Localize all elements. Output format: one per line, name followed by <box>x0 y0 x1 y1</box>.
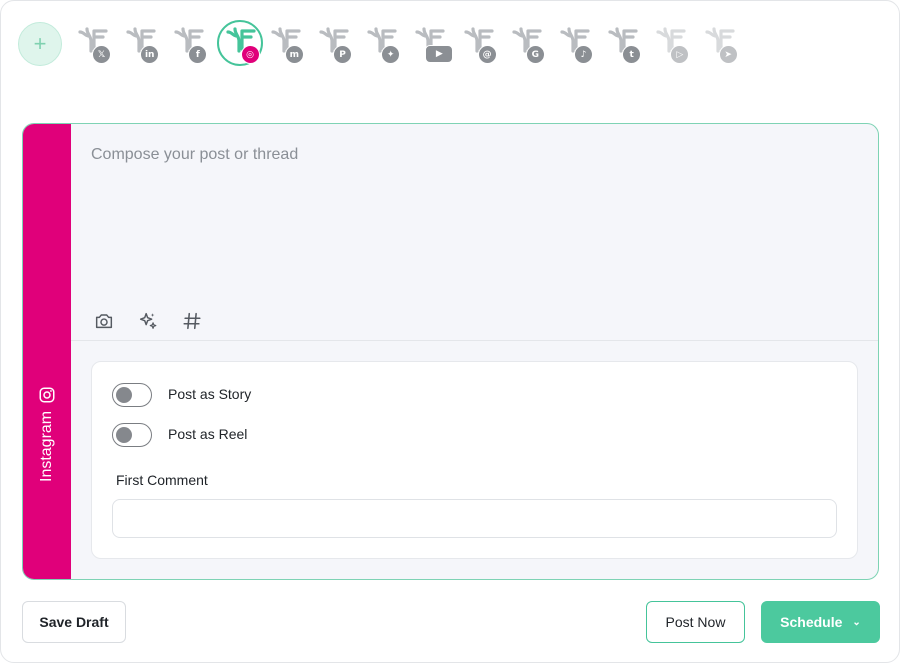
save-draft-label: Save Draft <box>39 614 109 630</box>
account-avatar-youtube[interactable]: ▶ <box>411 22 455 66</box>
toggle-knob <box>116 427 132 443</box>
facebook-icon: f <box>188 45 208 64</box>
account-avatar-telegram[interactable]: ➤ <box>701 22 745 66</box>
account-avatar-mastodon[interactable]: m <box>267 22 311 66</box>
telegram-icon: ➤ <box>718 45 738 64</box>
post-now-label: Post Now <box>665 614 726 630</box>
video-icon: ▷ <box>670 45 690 64</box>
post-as-reel-label: Post as Reel <box>168 426 248 442</box>
post-editor: Instagram Compose your post or thread Po… <box>22 123 879 580</box>
first-comment-input[interactable] <box>112 499 837 538</box>
instagram-icon: ◎ <box>240 45 260 64</box>
chevron-down-icon[interactable]: ⌄ <box>852 617 860 628</box>
account-avatar-pinterest[interactable]: P <box>315 22 359 66</box>
account-avatar-bluesky[interactable]: ✦ <box>363 22 407 66</box>
account-avatar-instagram[interactable]: ◎ <box>216 20 263 66</box>
post-as-reel-toggle[interactable] <box>112 423 152 447</box>
instagram-options-panel: Post as Story Post as Reel First Comment <box>91 361 858 559</box>
x-icon: 𝕏 <box>92 45 111 64</box>
bluesky-icon: ✦ <box>381 45 401 64</box>
compose-textarea[interactable] <box>91 146 851 296</box>
editor-toolbar <box>93 310 233 332</box>
account-avatar-tumblr[interactable]: t <box>604 22 648 66</box>
threads-icon: @ <box>477 45 497 64</box>
account-avatar-video[interactable]: ▷ <box>652 22 696 66</box>
account-avatar-x[interactable]: 𝕏 <box>74 22 118 66</box>
tiktok-icon: ♪ <box>574 45 593 64</box>
camera-icon[interactable] <box>93 310 115 332</box>
editor-divider <box>71 340 878 341</box>
post-as-story-label: Post as Story <box>168 386 252 402</box>
add-account-button[interactable]: + <box>18 22 62 66</box>
google-business-icon: G <box>525 45 545 64</box>
post-as-story-toggle[interactable] <box>112 383 152 407</box>
network-sidebar: Instagram <box>23 124 71 579</box>
account-avatar-facebook[interactable]: f <box>170 22 214 66</box>
story-toggle-row: Post as Story <box>112 383 412 407</box>
account-avatar-linkedin[interactable]: in <box>122 22 166 66</box>
ai-sparkle-icon[interactable] <box>137 310 159 332</box>
instagram-icon <box>39 387 55 403</box>
account-selector: + 𝕏in f ◎ m P ✦ ▶ @ G ♪ t ▷ ➤ <box>18 20 758 68</box>
save-draft-button[interactable]: Save Draft <box>22 601 126 643</box>
hashtag-icon[interactable] <box>181 310 203 332</box>
account-avatar-threads[interactable]: @ <box>460 22 504 66</box>
tumblr-icon: t <box>622 45 642 64</box>
plus-icon: + <box>33 31 47 56</box>
account-avatar-google-business[interactable]: G <box>508 22 552 66</box>
mastodon-icon: m <box>284 45 304 64</box>
schedule-label: Schedule <box>780 614 843 630</box>
pinterest-icon: P <box>333 45 352 64</box>
linkedin-icon: in <box>140 45 160 64</box>
toggle-knob <box>116 387 132 403</box>
schedule-button[interactable]: Schedule ⌄ <box>761 601 880 643</box>
reel-toggle-row: Post as Reel <box>112 423 412 447</box>
youtube-icon: ▶ <box>425 45 454 63</box>
composer-window: + 𝕏in f ◎ m P ✦ ▶ @ G ♪ t ▷ ➤ Instagram <box>0 0 900 663</box>
first-comment-label: First Comment <box>116 472 208 488</box>
account-avatar-tiktok[interactable]: ♪ <box>556 22 600 66</box>
post-now-button[interactable]: Post Now <box>646 601 745 643</box>
